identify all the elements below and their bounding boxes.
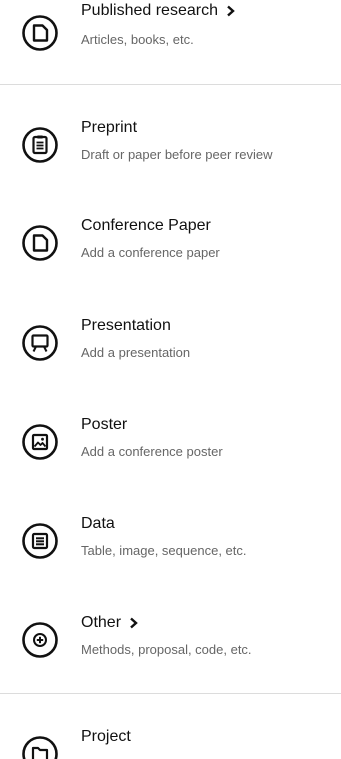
- plus-circle-icon: [21, 621, 59, 659]
- menu-item-title: Conference Paper: [81, 217, 211, 234]
- folder-icon: [21, 735, 59, 759]
- clipboard-icon: [21, 126, 59, 164]
- menu-item-subtitle: Add a presentation: [81, 345, 191, 360]
- menu-item-conference-paper[interactable]: Conference Paper Add a conference paper: [0, 216, 341, 282]
- presentation-icon: [21, 324, 59, 362]
- menu-item-title: Poster: [81, 416, 128, 433]
- menu-item-subtitle: Articles, books, etc.: [81, 32, 194, 47]
- menu-item-poster[interactable]: Poster Add a conference poster: [0, 415, 341, 481]
- menu-item-other[interactable]: Other Methods, proposal, code, etc.: [0, 613, 341, 679]
- menu-item-title: Preprint: [81, 119, 138, 136]
- menu-item-subtitle: Draft or paper before peer review: [81, 147, 273, 162]
- add-research-menu: Published research Articles, books, etc.…: [0, 0, 341, 759]
- poster-icon: [21, 423, 59, 461]
- menu-item-published-research[interactable]: Published research Articles, books, etc.: [0, 0, 341, 66]
- menu-item-subtitle: Add a conference poster: [81, 444, 223, 459]
- menu-item-data[interactable]: Data Table, image, sequence, etc.: [0, 514, 341, 580]
- menu-item-subtitle: Table, image, sequence, etc.: [81, 543, 247, 558]
- menu-item-title: Data: [81, 515, 115, 532]
- menu-item-presentation[interactable]: Presentation Add a presentation: [0, 316, 341, 382]
- menu-item-title: Published research: [81, 1, 236, 21]
- menu-item-subtitle: Add a conference paper: [81, 245, 220, 260]
- menu-item-preprint[interactable]: Preprint Draft or paper before peer revi…: [0, 118, 341, 184]
- divider: [0, 84, 341, 85]
- menu-item-project[interactable]: Project: [0, 727, 341, 759]
- menu-item-title: Presentation: [81, 317, 171, 334]
- menu-item-title: Project: [81, 728, 131, 745]
- data-list-icon: [21, 522, 59, 560]
- divider: [0, 693, 341, 694]
- menu-item-subtitle: Methods, proposal, code, etc.: [81, 642, 252, 657]
- menu-item-title: Other: [81, 613, 139, 633]
- document-icon: [21, 14, 59, 52]
- document-icon: [21, 224, 59, 262]
- chevron-right-icon: [129, 617, 139, 629]
- chevron-right-icon: [226, 5, 236, 17]
